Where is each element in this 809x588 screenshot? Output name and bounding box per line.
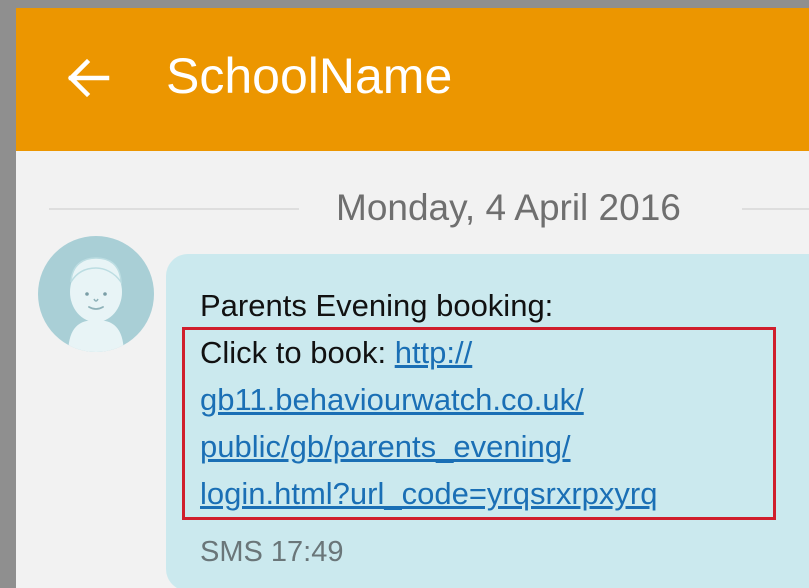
person-avatar-icon [38, 236, 154, 352]
date-separator-text: Monday, 4 April 2016 [336, 187, 681, 228]
sender-avatar[interactable] [38, 236, 154, 352]
date-separator: Monday, 4 April 2016 [16, 180, 809, 236]
arrow-left-icon [67, 58, 110, 98]
message-bubble[interactable]: Parents Evening booking: Click to book: … [166, 254, 809, 588]
back-button[interactable] [63, 53, 113, 103]
divider-line-left [49, 208, 299, 210]
conversation-title: SchoolName [166, 48, 453, 104]
app-bar: SchoolName [16, 8, 809, 151]
link-highlight-box [182, 327, 776, 520]
message-line: Parents Evening booking: [200, 288, 554, 323]
message-timestamp: SMS 17:49 [200, 536, 344, 568]
phone-screen: SchoolName Monday, 4 April 2016 Parents … [0, 0, 809, 588]
divider-line-right [742, 208, 809, 210]
